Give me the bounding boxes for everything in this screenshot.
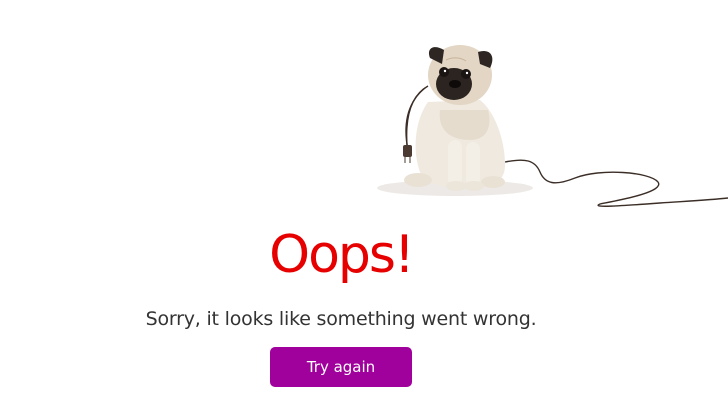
try-again-button[interactable]: Try again [270, 347, 412, 387]
error-page: Oops! Sorry, it looks like something wen… [0, 0, 728, 413]
error-message: Sorry, it looks like something went wron… [145, 308, 537, 330]
error-heading: Oops! [269, 225, 415, 285]
